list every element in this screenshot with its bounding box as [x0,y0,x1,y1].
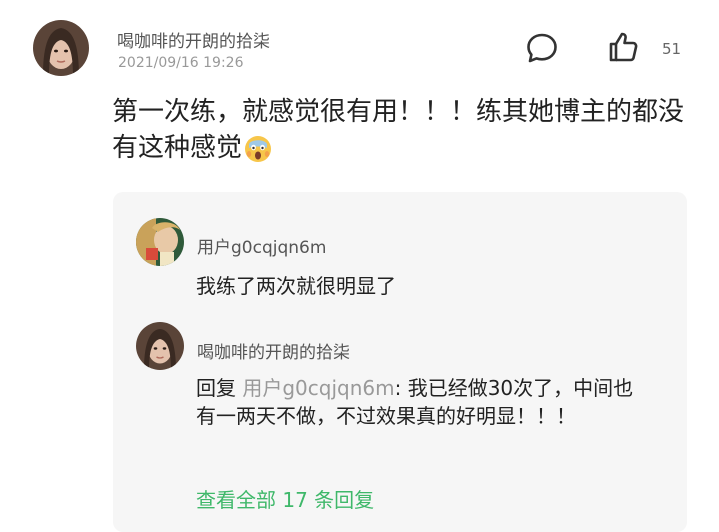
author-avatar[interactable] [33,20,89,76]
comment-bubble-icon [527,33,557,63]
like-button[interactable] [603,30,641,66]
post-timestamp: 2021/09/16 19:26 [118,55,244,71]
comment-button[interactable] [525,32,559,64]
reply-username[interactable]: 用户g0cqjqn6m [197,233,326,258]
thumbs-up-icon [609,32,638,62]
reply-prefix: 回复 [196,376,243,400]
post-content: 第一次练，就感觉很有用！！！练其她博主的都没有这种感觉 [112,94,702,166]
author-name[interactable]: 喝咖啡的开朗的拾柒 [117,27,270,52]
reply-text: 回复 用户g0cqjqn6m: 我已经做30次了，中间也有一两天不做，不过效果真… [196,374,651,430]
reply-text: 我练了两次就很明显了 [196,274,396,298]
reply-avatar[interactable] [136,322,184,370]
view-all-replies-link[interactable]: 查看全部 17 条回复 [196,484,374,513]
like-count: 51 [662,40,682,58]
post-text: 第一次练，就感觉很有用！！！练其她博主的都没有这种感觉 [112,97,685,163]
screaming-face-icon [244,135,272,163]
reply-avatar[interactable] [136,218,184,266]
reply-username[interactable]: 喝咖啡的开朗的拾柒 [197,338,350,363]
reply-mention-link[interactable]: 用户g0cqjqn6m [242,376,394,400]
